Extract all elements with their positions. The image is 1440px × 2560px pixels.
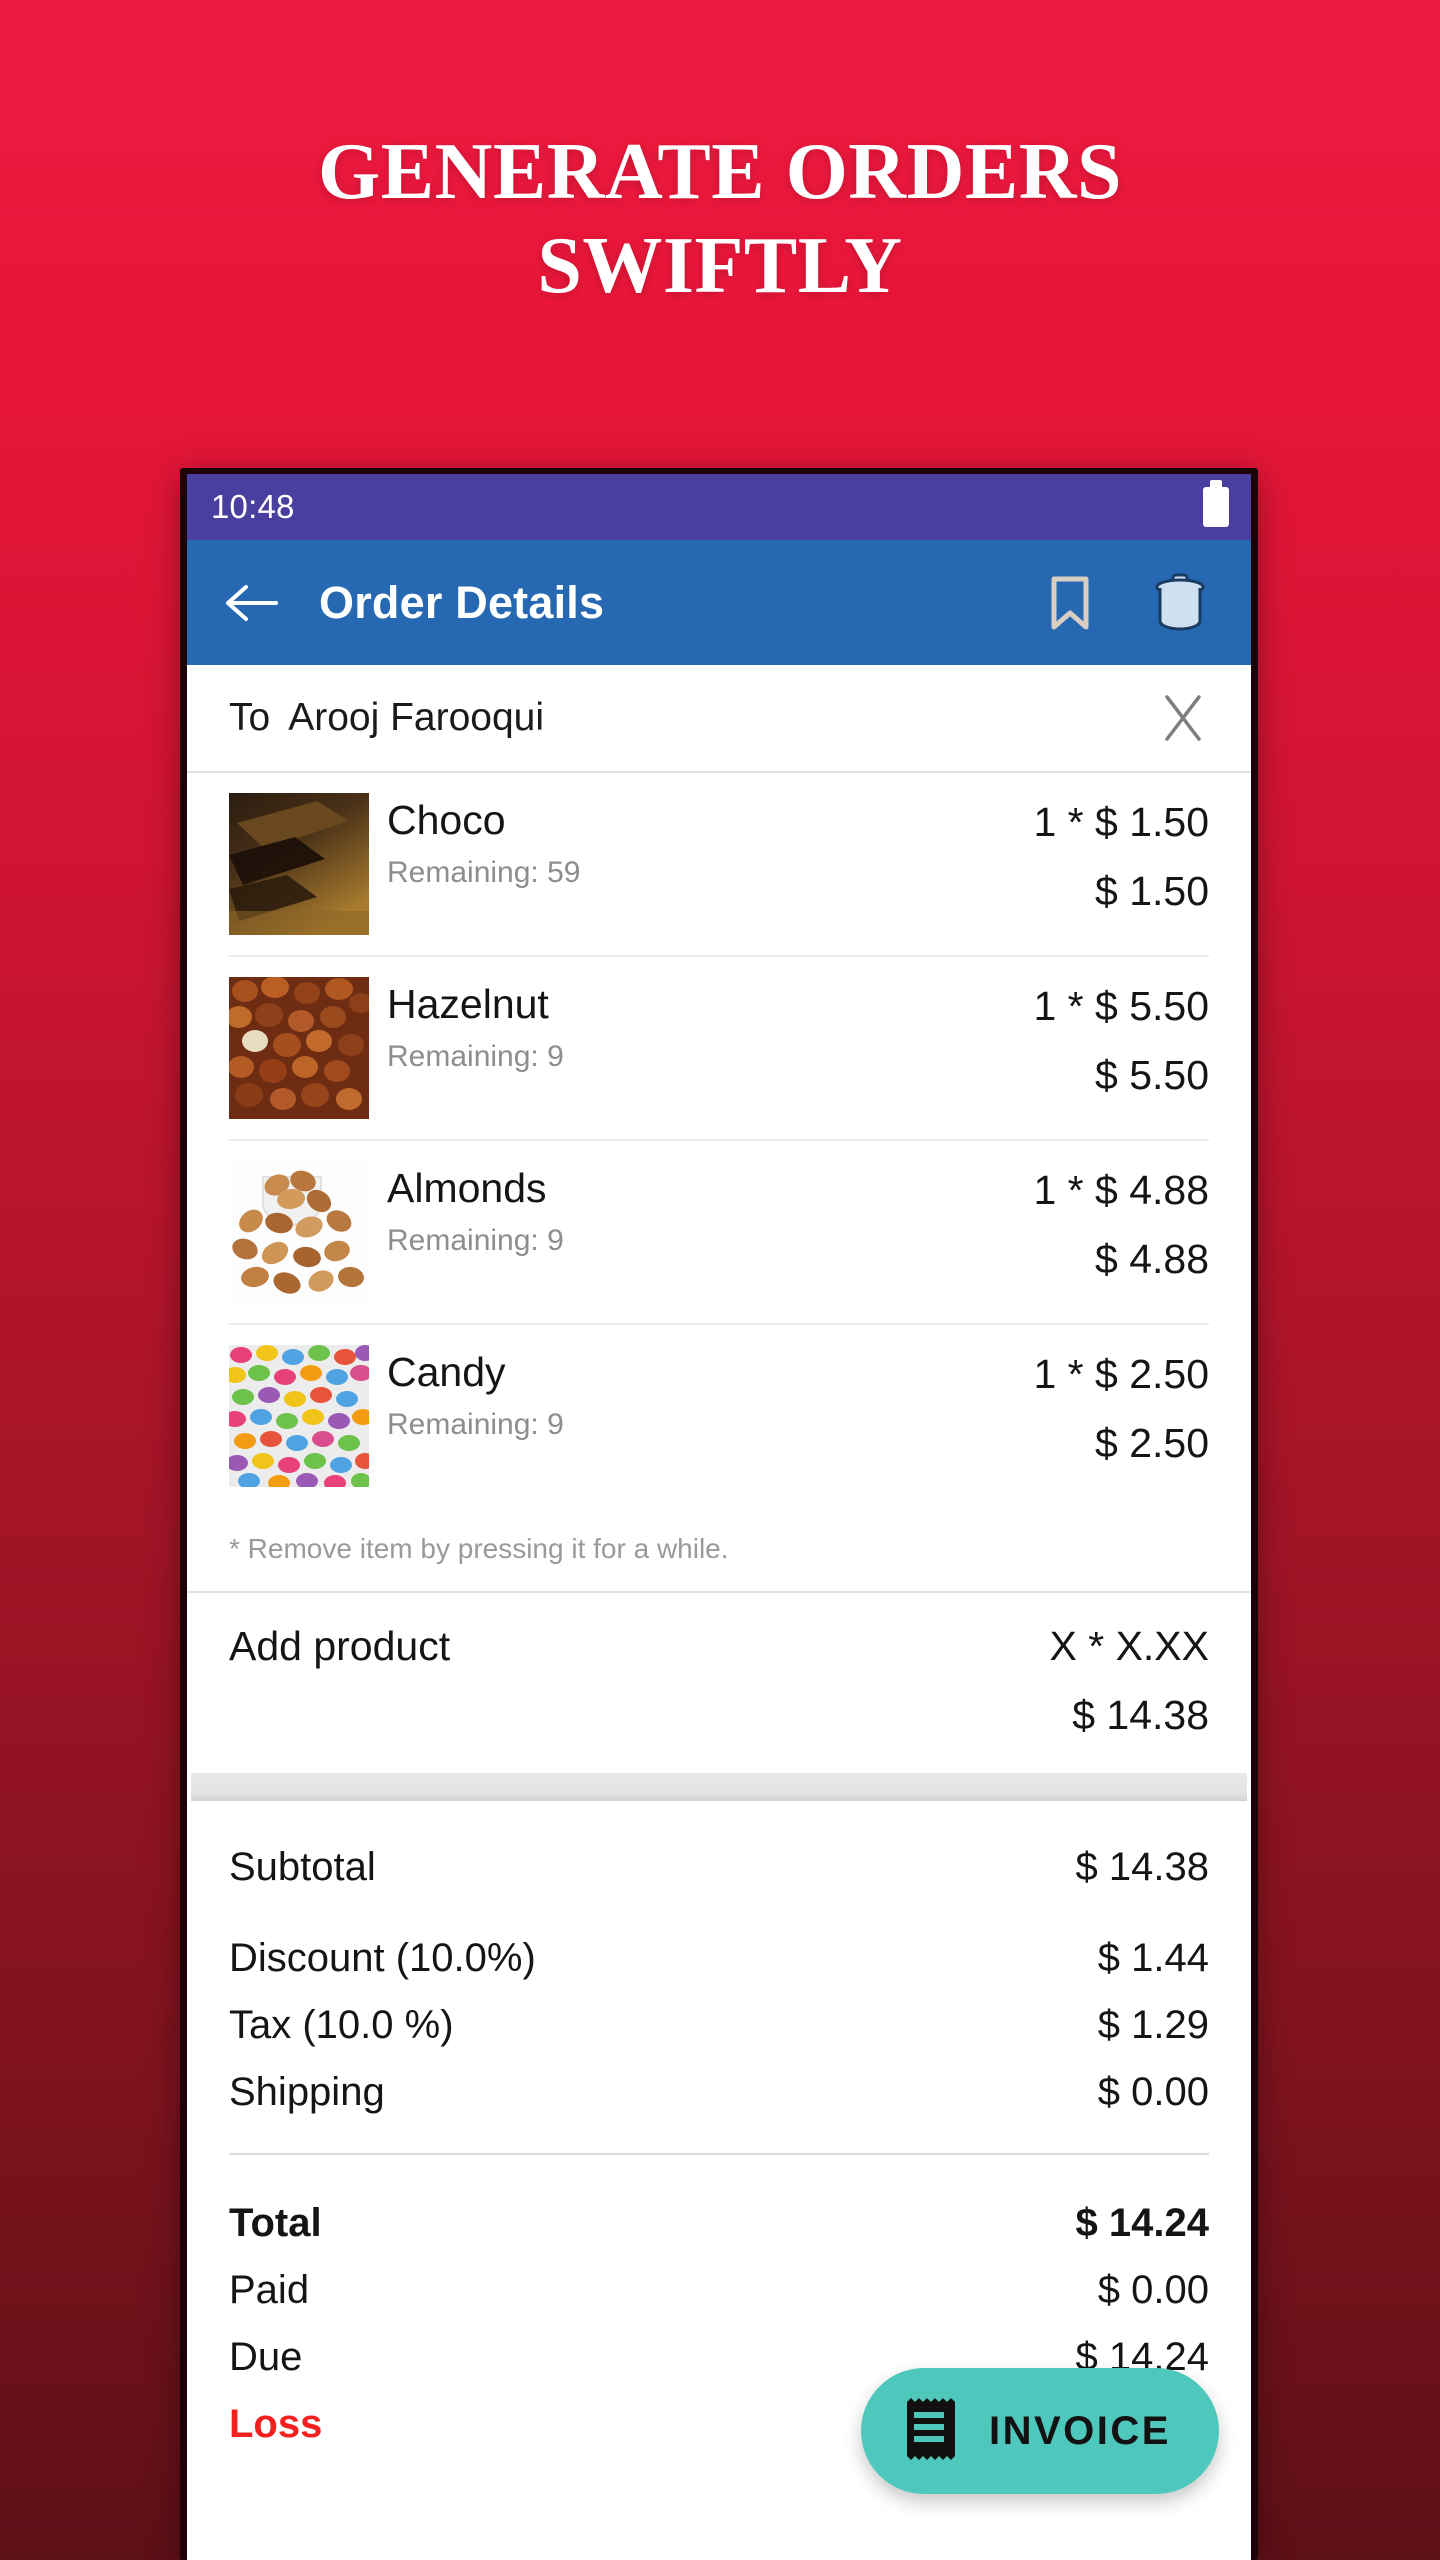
order-item-name: Choco	[387, 797, 506, 843]
hazelnuts-photo	[229, 977, 369, 1119]
order-item-line-total: $ 1.50	[1095, 868, 1209, 914]
order-item-amounts: 1 * $ 5.50 $ 5.50	[1033, 977, 1209, 1099]
order-item-name: Almonds	[387, 1165, 547, 1211]
summary-row-paid: Paid $ 0.00	[229, 2268, 1209, 2313]
close-x-icon[interactable]	[1155, 690, 1211, 746]
add-product-qty-price: X * X.XX	[1049, 1623, 1209, 1669]
summary-row-subtotal: Subtotal $ 14.38	[229, 1801, 1209, 1890]
shipping-value: $ 0.00	[1097, 2070, 1209, 2114]
shipping-label: Shipping	[229, 2070, 385, 2114]
summary-divider	[229, 2153, 1209, 2155]
candy-photo	[229, 1345, 369, 1487]
almonds-photo	[229, 1161, 369, 1303]
tax-value: $ 1.29	[1097, 2003, 1209, 2047]
order-item-amounts: 1 * $ 1.50 $ 1.50	[1033, 793, 1209, 915]
order-item-line-total: $ 5.50	[1095, 1052, 1209, 1098]
recipient-row[interactable]: To Arooj Farooqui	[187, 665, 1251, 773]
trash-icon[interactable]	[1147, 570, 1213, 636]
order-item-remaining: Remaining: 59	[387, 856, 581, 890]
order-item-info: Choco Remaining: 59	[369, 793, 1033, 890]
bookmark-icon[interactable]	[1037, 570, 1103, 636]
order-item-row[interactable]: Choco Remaining: 59 1 * $ 1.50 $ 1.50	[229, 773, 1209, 957]
loss-label: Loss	[229, 2402, 323, 2446]
paid-value: $ 0.00	[1097, 2268, 1209, 2312]
order-item-row[interactable]: Hazelnut Remaining: 9 1 * $ 5.50 $ 5.50	[229, 957, 1209, 1141]
subtotal-label: Subtotal	[229, 1845, 376, 1889]
order-item-row[interactable]: Candy Remaining: 9 1 * $ 2.50 $ 2.50	[229, 1325, 1209, 1507]
receipt-icon	[903, 2396, 955, 2467]
discount-value: $ 1.44	[1097, 1936, 1209, 1980]
total-label: Total	[229, 2201, 322, 2245]
order-item-remaining: Remaining: 9	[387, 1408, 564, 1442]
order-item-line-total: $ 4.88	[1095, 1236, 1209, 1282]
total-value: $ 14.24	[1075, 2201, 1209, 2245]
app-bar-title: Order Details	[319, 576, 605, 628]
order-summary: Subtotal $ 14.38 Discount (10.0%) $ 1.44…	[187, 1801, 1251, 2447]
order-items-list: Choco Remaining: 59 1 * $ 1.50 $ 1.50 Ha…	[187, 773, 1251, 1507]
recipient-name: Arooj Farooqui	[288, 696, 545, 739]
order-item-info: Candy Remaining: 9	[369, 1345, 1033, 1442]
phone-screen: 10:48 Order Details To Arooj Farooqui Ch…	[187, 474, 1251, 2560]
remove-item-hint: * Remove item by pressing it for a while…	[187, 1507, 1251, 1593]
order-item-qty-price: 1 * $ 5.50	[1033, 983, 1209, 1029]
promo-headline: GENERATE ORDERS SWIFTLY	[0, 125, 1440, 314]
app-bar: Order Details	[187, 540, 1251, 665]
summary-row-shipping: Shipping $ 0.00	[229, 2070, 1209, 2115]
order-item-info: Almonds Remaining: 9	[369, 1161, 1033, 1258]
headline-line-1: GENERATE ORDERS	[318, 128, 1122, 216]
phone-frame: 10:48 Order Details To Arooj Farooqui Ch…	[180, 468, 1258, 2560]
order-item-remaining: Remaining: 9	[387, 1040, 564, 1074]
order-item-name: Candy	[387, 1349, 506, 1395]
chocolate-bar-photo	[229, 793, 369, 935]
order-item-name: Hazelnut	[387, 981, 549, 1027]
summary-row-total: Total $ 14.24	[229, 2201, 1209, 2246]
headline-line-2: SWIFTLY	[537, 222, 903, 311]
order-item-amounts: 1 * $ 4.88 $ 4.88	[1033, 1161, 1209, 1283]
order-item-line-total: $ 2.50	[1095, 1420, 1209, 1466]
order-item-qty-price: 1 * $ 2.50	[1033, 1351, 1209, 1397]
order-item-qty-price: 1 * $ 4.88	[1033, 1167, 1209, 1213]
discount-label: Discount (10.0%)	[229, 1936, 536, 1980]
add-product-amounts: X * X.XX $ 14.38	[1049, 1623, 1209, 1739]
order-item-remaining: Remaining: 9	[387, 1224, 564, 1258]
add-product-total: $ 14.38	[1072, 1692, 1209, 1738]
order-item-info: Hazelnut Remaining: 9	[369, 977, 1033, 1074]
order-item-amounts: 1 * $ 2.50 $ 2.50	[1033, 1345, 1209, 1467]
due-label: Due	[229, 2335, 303, 2379]
recipient-label: To	[229, 696, 271, 739]
status-time: 10:48	[211, 488, 295, 525]
summary-row-discount: Discount (10.0%) $ 1.44	[229, 1936, 1209, 1981]
tax-label: Tax (10.0 %)	[229, 2003, 454, 2047]
arrow-left-icon[interactable]	[221, 572, 283, 634]
status-bar: 10:48	[187, 474, 1251, 540]
order-item-row[interactable]: Almonds Remaining: 9 1 * $ 4.88 $ 4.88	[229, 1141, 1209, 1325]
subtotal-value: $ 14.38	[1075, 1845, 1209, 1889]
add-product-label: Add product	[229, 1623, 451, 1669]
invoice-button-label: INVOICE	[989, 2408, 1171, 2453]
invoice-button[interactable]: INVOICE	[861, 2368, 1219, 2494]
section-divider-band	[191, 1773, 1247, 1801]
order-item-qty-price: 1 * $ 1.50	[1033, 799, 1209, 845]
paid-label: Paid	[229, 2268, 310, 2312]
summary-row-tax: Tax (10.0 %) $ 1.29	[229, 2003, 1209, 2048]
battery-full-icon	[1203, 480, 1229, 527]
add-product-row[interactable]: Add product X * X.XX $ 14.38	[187, 1593, 1251, 1773]
